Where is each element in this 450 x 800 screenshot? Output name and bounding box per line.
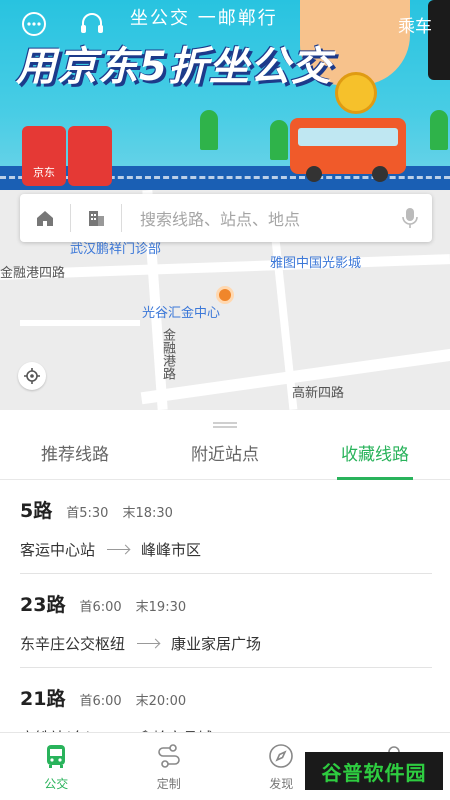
jd-logo-tag: 京东 — [22, 126, 66, 186]
compass-icon — [266, 741, 296, 771]
home-icon[interactable] — [20, 194, 70, 242]
coin-illustration — [335, 72, 377, 114]
last-bus-time: 末18:30 — [122, 506, 173, 521]
origin-stop: 东辛庄公交枢纽 — [20, 635, 126, 653]
destination-stop: 峰峰市区 — [141, 541, 202, 559]
promo-banner[interactable]: 坐公交 一邮郸行 乘车 用京东5折坐公交 京东 — [0, 0, 450, 190]
divider — [20, 573, 432, 574]
map-poi[interactable]: 雅图中国光影城 — [270, 252, 361, 271]
list-item[interactable]: 23路 首6:00 末19:30 东辛庄公交枢纽 康业家居广场 — [20, 590, 432, 668]
map-road-label: 高新四路 — [292, 386, 345, 401]
last-bus-time: 末19:30 — [135, 600, 187, 615]
route-icon — [154, 741, 184, 771]
first-bus-time: 首5:30 — [66, 506, 109, 521]
nav-label: 公交 — [44, 777, 69, 791]
first-bus-time: 首6:00 — [79, 600, 122, 615]
map-road-label: 金融港路 — [160, 328, 175, 380]
tab-nearby-stops[interactable]: 附近站点 — [150, 436, 300, 479]
route-name: 5路 — [20, 500, 53, 522]
tree-illustration — [430, 110, 448, 150]
tab-recommended-routes[interactable]: 推荐线路 — [0, 436, 150, 479]
chat-icon[interactable] — [18, 8, 50, 40]
office-building-icon[interactable] — [71, 194, 121, 242]
arrow-icon — [137, 643, 160, 644]
bus-icon — [41, 741, 71, 771]
headset-icon[interactable] — [76, 8, 108, 40]
bottom-sheet: 推荐线路 附近站点 收藏线路 5路 首5:30 末18:30 客运中心站 峰峰市… — [0, 410, 450, 747]
arrow-icon — [107, 549, 130, 550]
nav-label: 发现 — [269, 777, 294, 791]
map-road-label: 金融港四路 — [0, 266, 66, 281]
route-name: 23路 — [20, 594, 66, 616]
ride-button[interactable]: 乘车 — [398, 12, 432, 37]
search-bar[interactable]: 搜索线路、站点、地点 — [20, 194, 432, 242]
tree-illustration — [200, 110, 218, 150]
first-bus-time: 首6:00 — [79, 694, 122, 709]
route-name: 21路 — [20, 688, 66, 710]
drag-handle[interactable] — [213, 422, 237, 428]
tab-favorite-routes[interactable]: 收藏线路 — [300, 436, 450, 480]
banner-headline: 用京东5折坐公交 — [16, 44, 332, 90]
bus-illustration — [290, 118, 406, 182]
search-input[interactable]: 搜索线路、站点、地点 — [122, 206, 388, 230]
nav-label: 定制 — [156, 777, 181, 791]
nav-item-bus[interactable]: 公交 — [0, 733, 113, 800]
map-poi[interactable]: 光谷汇金中心 — [142, 302, 220, 321]
location-pin-icon — [216, 286, 234, 304]
nav-item-custom[interactable]: 定制 — [113, 733, 226, 800]
origin-stop: 客运中心站 — [20, 541, 96, 559]
watermark-logo: 谷普软件园 — [305, 752, 443, 790]
tree-illustration — [270, 120, 288, 160]
divider — [20, 667, 432, 668]
last-bus-time: 末20:00 — [135, 694, 187, 709]
locate-icon[interactable] — [18, 362, 46, 390]
tab-bar: 推荐线路 附近站点 收藏线路 — [0, 436, 450, 480]
banner-promo-text: 坐公交 一邮郸行 — [130, 8, 278, 29]
microphone-icon[interactable] — [388, 194, 432, 242]
list-item[interactable]: 5路 首5:30 末18:30 客运中心站 峰峰市区 — [20, 496, 432, 574]
jd-mascot-tag — [68, 126, 112, 186]
destination-stop: 康业家居广场 — [171, 635, 262, 653]
